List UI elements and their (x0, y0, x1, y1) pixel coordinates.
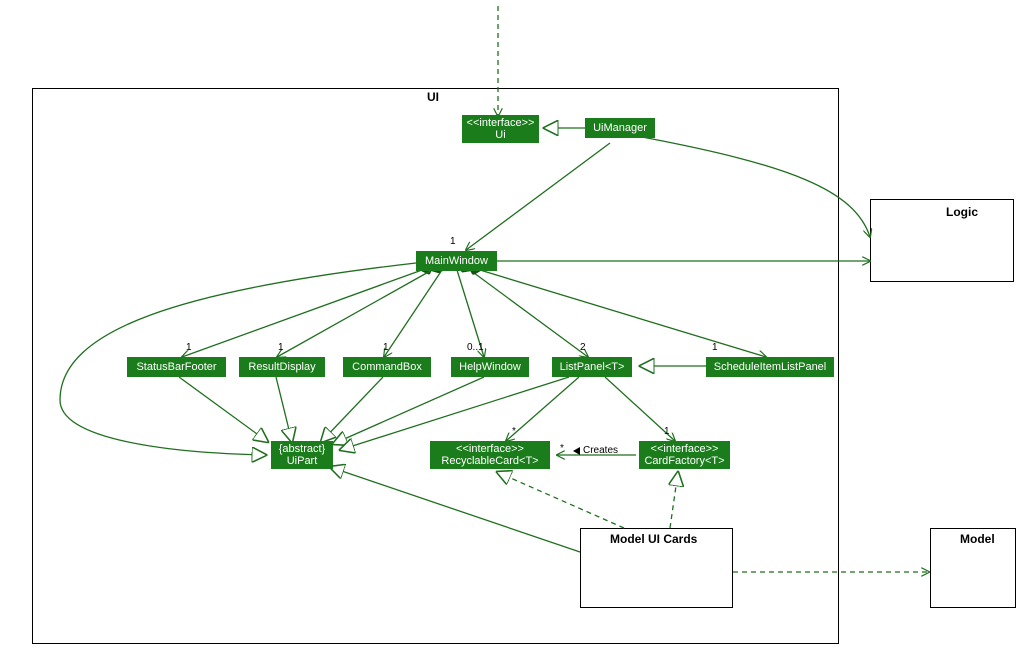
node-ui-manager: UiManager (585, 118, 655, 138)
recyclable-card-name: RecyclableCard<T> (441, 455, 538, 467)
package-logic-title: Logic (946, 205, 978, 219)
help-window-name: HelpWindow (459, 361, 521, 373)
ui-part-name: UiPart (287, 455, 318, 467)
mult-scheduleitemlistpanel: 1 (712, 342, 718, 353)
mult-listpanel: 2 (580, 342, 586, 353)
ui-manager-name: UiManager (593, 122, 647, 134)
status-bar-footer-name: StatusBarFooter (136, 361, 216, 373)
mult-cardfactory-1: 1 (664, 426, 670, 437)
mult-helpwindow: 0..1 (467, 342, 484, 353)
node-ui-interface: <<interface>> Ui (462, 115, 539, 143)
node-ui-part: {abstract} UiPart (271, 441, 333, 469)
node-main-window: MainWindow (416, 251, 497, 271)
result-display-name: ResultDisplay (248, 361, 315, 373)
card-factory-stereotype: <<interface>> (651, 443, 719, 455)
diagram-stage: UI Logic Model UI Cards Model (0, 0, 1029, 661)
main-window-name: MainWindow (425, 255, 488, 267)
node-schedule-item-list-panel: ScheduleItemListPanel (706, 357, 834, 377)
package-ui-title: UI (427, 90, 439, 104)
node-list-panel: ListPanel<T> (552, 357, 632, 377)
command-box-name: CommandBox (352, 361, 422, 373)
node-status-bar-footer: StatusBarFooter (127, 357, 226, 377)
mult-resultdisplay: 1 (278, 342, 284, 353)
ui-part-stereotype: {abstract} (279, 443, 325, 455)
creates-direction-icon (573, 447, 580, 455)
node-command-box: CommandBox (343, 357, 431, 377)
package-model-title: Model (960, 532, 995, 546)
label-creates-text: Creates (583, 445, 618, 456)
node-recyclable-card: <<interface>> RecyclableCard<T> (430, 441, 550, 469)
recyclable-card-stereotype: <<interface>> (456, 443, 524, 455)
mult-mainwindow: 1 (450, 236, 456, 247)
node-result-display: ResultDisplay (239, 357, 325, 377)
node-card-factory: <<interface>> CardFactory<T> (639, 441, 730, 469)
ui-interface-stereotype: <<interface>> (467, 117, 535, 129)
list-panel-name: ListPanel<T> (560, 361, 625, 373)
label-creates: Creates (573, 445, 618, 456)
mult-recyclable-star: * (512, 426, 516, 437)
node-help-window: HelpWindow (451, 357, 529, 377)
card-factory-name: CardFactory<T> (644, 455, 724, 467)
ui-interface-name: Ui (495, 129, 505, 141)
package-model-ui-cards-title: Model UI Cards (610, 532, 697, 546)
package-logic (870, 199, 1014, 282)
mult-creates-star: * (560, 443, 564, 454)
schedule-item-list-panel-name: ScheduleItemListPanel (714, 361, 827, 373)
mult-statusbarfooter: 1 (186, 342, 192, 353)
mult-commandbox: 1 (383, 342, 389, 353)
